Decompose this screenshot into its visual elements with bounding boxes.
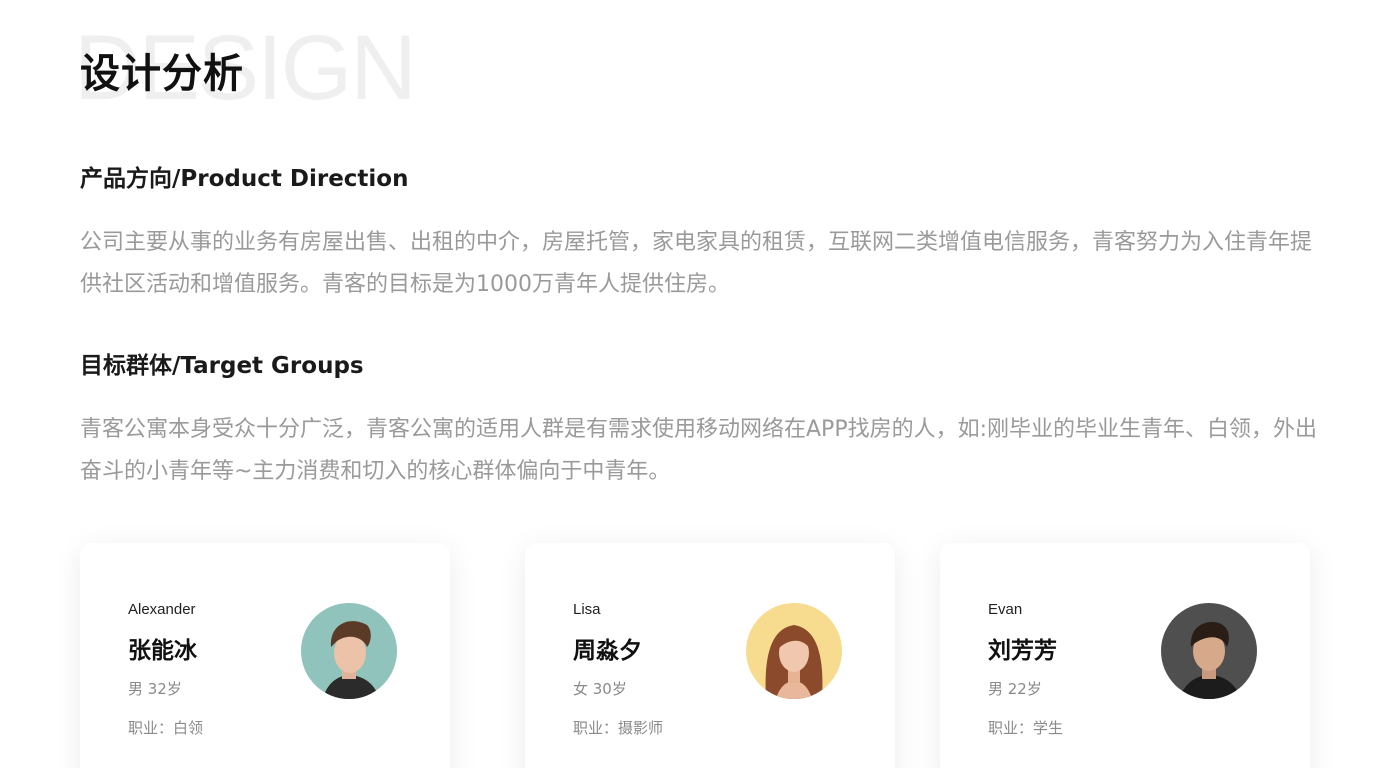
persona-card: Evan 刘芳芳 男 22岁 职业：学生 <box>940 543 1310 768</box>
persona-card: Alexander 张能冰 男 32岁 职业：白领 <box>80 543 450 768</box>
persona-english-name: Alexander <box>128 601 196 618</box>
male-portrait-icon <box>301 603 397 699</box>
male-portrait-icon <box>1161 603 1257 699</box>
avatar <box>1161 603 1257 699</box>
persona-chinese-name: 刘芳芳 <box>988 638 1057 664</box>
section-heading-product-direction: 产品方向/Product Direction <box>80 166 409 192</box>
page-title: 设计分析 <box>80 51 244 97</box>
persona-card: Lisa 周淼夕 女 30岁 职业：摄影师 <box>525 543 895 768</box>
persona-occupation: 职业：白领 <box>128 719 204 737</box>
persona-gender-age: 男 32岁 <box>128 680 182 698</box>
persona-chinese-name: 周淼夕 <box>573 638 642 664</box>
persona-occupation: 职业：学生 <box>988 719 1064 737</box>
persona-gender-age: 女 30岁 <box>573 680 627 698</box>
persona-english-name: Lisa <box>573 601 601 618</box>
persona-occupation: 职业：摄影师 <box>573 719 664 737</box>
section-heading-target-groups: 目标群体/Target Groups <box>80 353 364 379</box>
persona-chinese-name: 张能冰 <box>128 638 197 664</box>
design-analysis-page: DESIGN 设计分析 产品方向/Product Direction 公司主要从… <box>0 0 1400 768</box>
section-body-target-groups: 青客公寓本身受众十分广泛，青客公寓的适用人群是有需求使用移动网络在APP找房的人… <box>80 417 1317 484</box>
female-portrait-icon <box>746 603 842 699</box>
persona-gender-age: 男 22岁 <box>988 680 1042 698</box>
avatar <box>301 603 397 699</box>
persona-english-name: Evan <box>988 601 1023 618</box>
section-body-product-direction: 公司主要从事的业务有房屋出售、出租的中介，房屋托管，家电家具的租赁，互联网二类增… <box>80 230 1313 297</box>
avatar <box>746 603 842 699</box>
